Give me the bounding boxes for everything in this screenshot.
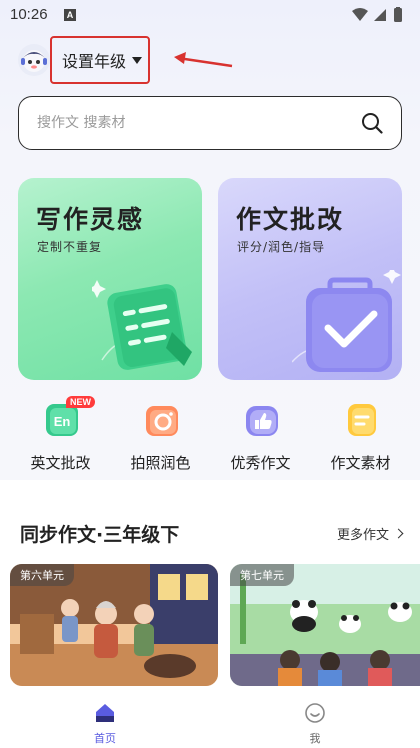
caret-down-icon <box>132 56 143 64</box>
status-bar: 10:26 A <box>0 0 420 30</box>
search-icon[interactable] <box>361 112 383 134</box>
tab-label: 首页 <box>94 732 116 745</box>
annotation-arrow-icon <box>174 52 233 68</box>
notebook-pencil-icon <box>92 280 192 370</box>
card-title: 写作灵感 <box>36 205 145 234</box>
tab-me[interactable]: 我 <box>275 700 355 746</box>
essay-correction-card[interactable]: 作文批改 评分/润色/指导 <box>218 178 402 380</box>
more-essays-label: 更多作文 <box>336 528 389 543</box>
unit-tag: 第七单元 <box>230 564 294 586</box>
bottom-tab-bar: 首页 我 <box>0 696 420 748</box>
search-input[interactable] <box>37 97 357 149</box>
tab-home[interactable]: 首页 <box>65 700 145 746</box>
camera-icon <box>146 406 178 436</box>
unit-card[interactable]: 第六单元 <box>10 564 218 686</box>
avatar-mascot-icon <box>21 50 47 72</box>
search-bar[interactable] <box>18 96 402 150</box>
card-title: 作文批改 <box>236 205 345 234</box>
notification-icon: A <box>64 9 76 21</box>
section-title: 同步作文·三年级下 <box>20 524 180 546</box>
unit-card[interactable]: 第七单元 <box>230 564 420 686</box>
smiley-icon <box>305 703 325 723</box>
quick-action-label: 拍照润色 <box>130 454 191 472</box>
thumbs-up-icon <box>246 406 278 436</box>
quick-action-english-correction[interactable]: En NEW 英文批改 <box>8 396 113 478</box>
quick-action-excellent-essays[interactable]: 优秀作文 <box>208 402 313 478</box>
quick-action-label: 英文批改 <box>30 454 91 472</box>
document-icon <box>348 404 376 436</box>
header: 设置年级 <box>0 36 420 86</box>
folder-check-icon <box>292 270 401 372</box>
set-grade-button[interactable]: 设置年级 <box>50 36 150 84</box>
set-grade-label: 设置年级 <box>62 52 127 71</box>
more-essays-link[interactable]: 更多作文 <box>336 524 404 543</box>
status-indicators <box>348 7 408 23</box>
new-badge: NEW <box>66 396 95 408</box>
signal-battery-icon <box>352 7 402 22</box>
quick-action-label: 作文素材 <box>330 454 391 472</box>
avatar[interactable] <box>18 44 50 76</box>
quick-action-label: 优秀作文 <box>230 454 291 472</box>
quick-action-essay-materials[interactable]: 作文素材 <box>308 402 413 478</box>
quick-action-photo-polish[interactable]: 拍照润色 <box>108 402 213 478</box>
card-subtitle: 评分/润色/指导 <box>237 240 326 254</box>
home-icon <box>96 704 114 722</box>
tab-label: 我 <box>309 732 321 745</box>
svg-text:En: En <box>54 414 71 429</box>
chevron-right-icon <box>393 528 404 539</box>
unit-tag: 第六单元 <box>10 564 74 586</box>
writing-inspiration-card[interactable]: 写作灵感 定制不重复 <box>18 178 202 380</box>
card-subtitle: 定制不重复 <box>37 240 103 254</box>
status-time: 10:26 <box>10 6 48 23</box>
